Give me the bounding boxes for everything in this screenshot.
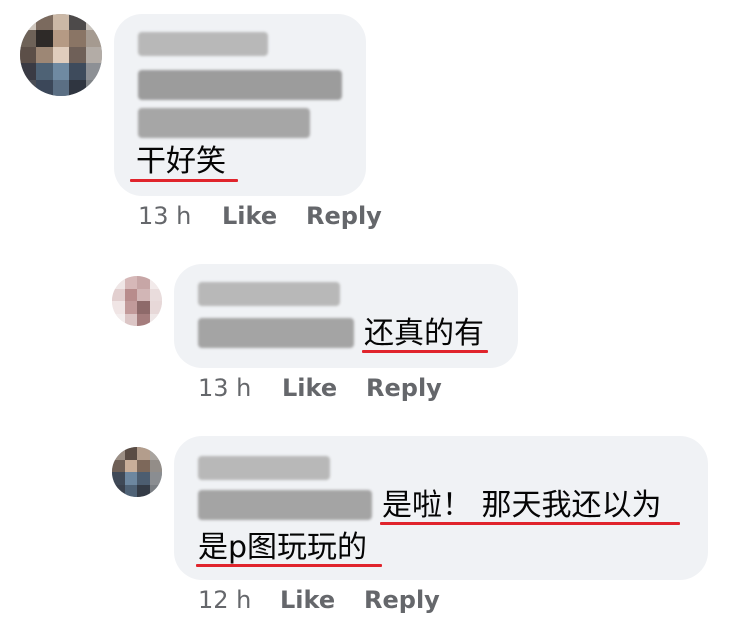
like-button[interactable]: Like	[280, 586, 335, 614]
reply-button[interactable]: Reply	[306, 202, 382, 230]
redacted-mention	[138, 108, 310, 138]
comment-timestamp[interactable]: 13 h	[138, 202, 191, 230]
reply-button[interactable]: Reply	[364, 586, 440, 614]
comment-text: 是p图玩玩的	[198, 530, 368, 565]
redacted-author-name	[198, 282, 340, 306]
text-underline	[130, 179, 238, 182]
avatar[interactable]	[112, 447, 162, 497]
text-underline	[196, 564, 382, 567]
redacted-author-name	[138, 32, 268, 56]
text-underline	[362, 350, 488, 353]
like-button[interactable]: Like	[282, 374, 337, 402]
reply-button[interactable]: Reply	[366, 374, 442, 402]
like-button[interactable]: Like	[222, 202, 277, 230]
comment-timestamp[interactable]: 12 h	[198, 586, 251, 614]
avatar[interactable]	[20, 14, 102, 96]
comment-text: 还真的有	[364, 316, 484, 351]
redacted-author-name	[198, 456, 330, 480]
comment-text: 是啦！ 那天我还以为	[382, 488, 662, 523]
redacted-mention	[198, 318, 354, 348]
comment-timestamp[interactable]: 13 h	[198, 374, 251, 402]
redacted-mention	[138, 70, 342, 100]
text-underline	[380, 522, 680, 525]
redacted-mention	[198, 490, 372, 520]
avatar[interactable]	[112, 276, 162, 326]
comment-text: 干好笑	[136, 144, 226, 179]
